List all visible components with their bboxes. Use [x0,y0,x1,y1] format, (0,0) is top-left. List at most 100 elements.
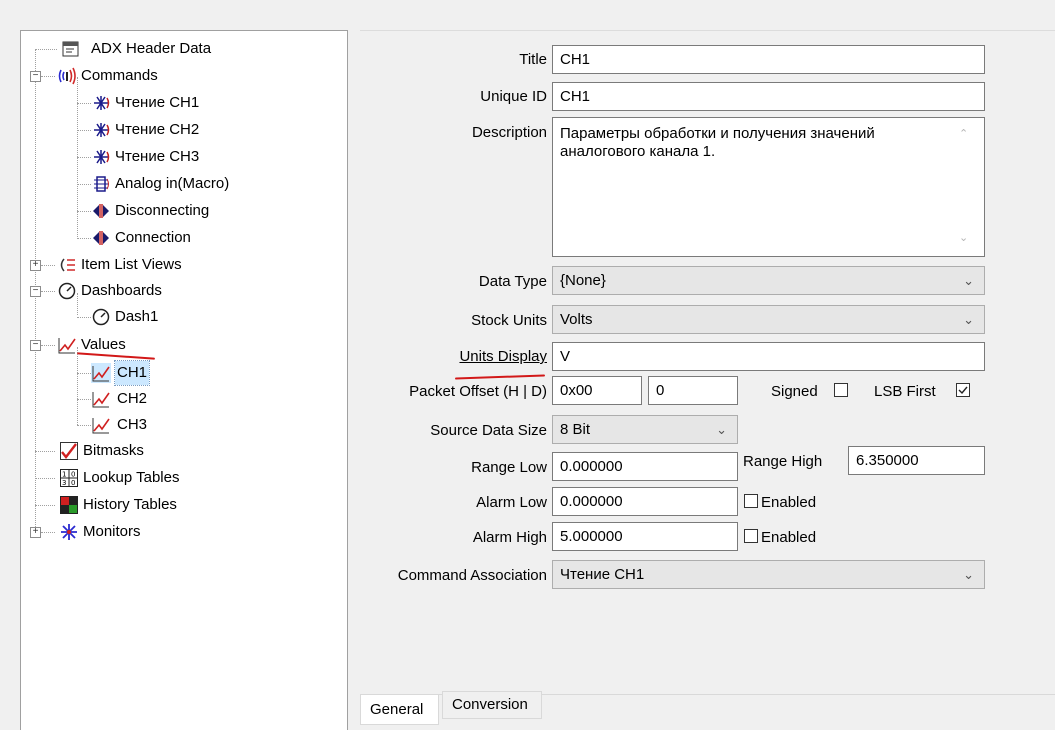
command-association-select[interactable]: Чтение CH1 ⌄ [552,560,985,589]
tree-item-label: History Tables [83,496,177,513]
data-type-select[interactable]: {None} ⌄ [552,266,985,295]
source-data-size-select[interactable]: 8 Bit ⌄ [552,415,738,444]
tree-item-label: Commands [81,67,158,84]
value-icon [92,418,110,434]
svg-text:0: 0 [71,479,75,487]
range-high-input[interactable]: 6.350000 [848,446,985,475]
monitor-icon [61,524,77,540]
tree-item-bitmasks[interactable]: Bitmasks [21,439,341,463]
dashboard-icon [58,282,76,300]
tree-panel[interactable]: ADX Header Data − Commands Чтение CH1 Чт… [20,30,348,730]
properties-panel: Title CH1 Unique ID CH1 Description Пара… [360,30,1055,695]
tab-conversion[interactable]: Conversion [442,691,542,719]
packet-offset-hex-input[interactable]: 0x00 [552,376,642,405]
chevron-down-icon: ⌄ [963,567,974,582]
alarm-high-enabled-label: Enabled [761,529,817,546]
svg-text:3: 3 [62,479,66,487]
header-data-icon [62,41,79,57]
unique-id-input[interactable]: CH1 [552,82,985,111]
stock-units-select[interactable]: Volts ⌄ [552,305,985,334]
tree-item-label: Disconnecting [115,202,210,219]
collapse-icon[interactable]: − [30,71,41,82]
range-low-label: Range Low [471,459,547,476]
units-display-input[interactable]: V [552,342,985,371]
tree-item-label: CH1 [113,360,151,386]
tree-item-commands[interactable]: − Commands [21,64,341,88]
tree-item-label: ADX Header Data [91,40,212,57]
source-data-size-value: 8 Bit [560,421,591,438]
tree-item-ch3[interactable]: CH3 [21,413,341,437]
tree-item-label: Bitmasks [83,442,144,459]
collapse-icon[interactable]: − [30,286,41,297]
expand-icon[interactable]: + [30,260,41,271]
chevron-down-icon: ⌄ [963,273,974,288]
tree-item-monitors[interactable]: + Monitors [21,520,341,544]
unique-id-label: Unique ID [480,88,547,105]
tree-item-values[interactable]: − Values [21,333,341,357]
tree-item-label: Чтение CH2 [115,121,200,138]
description-text: Параметры обработки и получения значений… [560,125,875,160]
alarm-high-input[interactable]: 5.000000 [552,522,738,551]
tree-item-label: Чтение CH1 [115,94,200,111]
item-list-icon [60,258,75,272]
collapse-icon[interactable]: − [30,340,41,351]
svg-text:1: 1 [62,471,66,479]
tree-item-lookup-tables[interactable]: 1030 Lookup Tables [21,466,341,490]
range-low-input[interactable]: 0.000000 [552,452,738,481]
tree-item-label: Dashboards [81,282,162,299]
alarm-high-label: Alarm High [472,529,547,546]
stock-units-label: Stock Units [471,312,547,329]
tree-item-history-tables[interactable]: History Tables [21,493,341,517]
tree-item-adx-header-data[interactable]: ADX Header Data [21,37,341,61]
tree-item-command-ch3[interactable]: Чтение CH3 [21,145,341,169]
alarm-low-enabled-label: Enabled [761,494,817,511]
scroll-down-icon[interactable]: ⌄ [959,231,1047,244]
tree-item-ch1[interactable]: CH1 [21,360,341,386]
command-read-icon [94,96,110,110]
tree-item-label: Connection [115,229,191,246]
chevron-down-icon: ⌄ [963,312,974,327]
tree-item-ch2[interactable]: CH2 [21,387,341,411]
bitmask-icon [60,442,78,460]
alarm-low-input[interactable]: 0.000000 [552,487,738,516]
lsb-first-checkbox[interactable] [956,383,970,397]
description-textarea[interactable]: Параметры обработки и получения значений… [552,117,985,257]
command-read-icon [94,150,110,164]
tree-item-dashboards[interactable]: − Dashboards [21,279,341,303]
dashboard-icon [92,308,110,326]
data-type-value: {None} [560,272,606,289]
alarm-high-enabled-checkbox[interactable] [744,529,758,543]
source-data-size-label: Source Data Size [430,422,547,439]
tree-item-disconnecting[interactable]: Disconnecting [21,199,341,223]
packet-offset-dec-input[interactable]: 0 [648,376,738,405]
history-table-icon [60,496,78,514]
tab-general[interactable]: General [360,695,439,725]
expand-icon[interactable]: + [30,527,41,538]
tab-strip: General Conversion [360,691,1055,725]
scroll-up-icon[interactable]: ⌃ [959,127,1047,140]
connection-icon [93,231,109,245]
title-label: Title [519,51,547,68]
tree-item-connection[interactable]: Connection [21,226,341,250]
tree-item-command-ch1[interactable]: Чтение CH1 [21,91,341,115]
tree-item-label: Analog in(Macro) [115,175,230,192]
value-icon [91,363,111,383]
tree-item-item-list-views[interactable]: + Item List Views [21,253,341,277]
tree-item-command-ch2[interactable]: Чтение CH2 [21,118,341,142]
tree-item-label: Monitors [83,523,141,540]
title-input[interactable]: CH1 [552,45,985,74]
tree-item-analog-in-macro[interactable]: Analog in(Macro) [21,172,341,196]
checkmark-icon [958,386,968,395]
disconnect-icon [93,204,109,218]
lsb-first-label: LSB First [874,383,936,400]
alarm-low-label: Alarm Low [476,494,547,511]
stock-units-value: Volts [560,311,593,328]
alarm-low-enabled-checkbox[interactable] [744,494,758,508]
chevron-down-icon: ⌄ [716,422,727,437]
tree-item-dash1[interactable]: Dash1 [21,305,341,329]
value-icon [92,392,110,408]
signed-checkbox[interactable] [834,383,848,397]
values-icon [58,338,76,354]
lookup-table-icon: 1 03 0 [60,469,78,487]
command-association-label: Command Association [397,567,547,584]
